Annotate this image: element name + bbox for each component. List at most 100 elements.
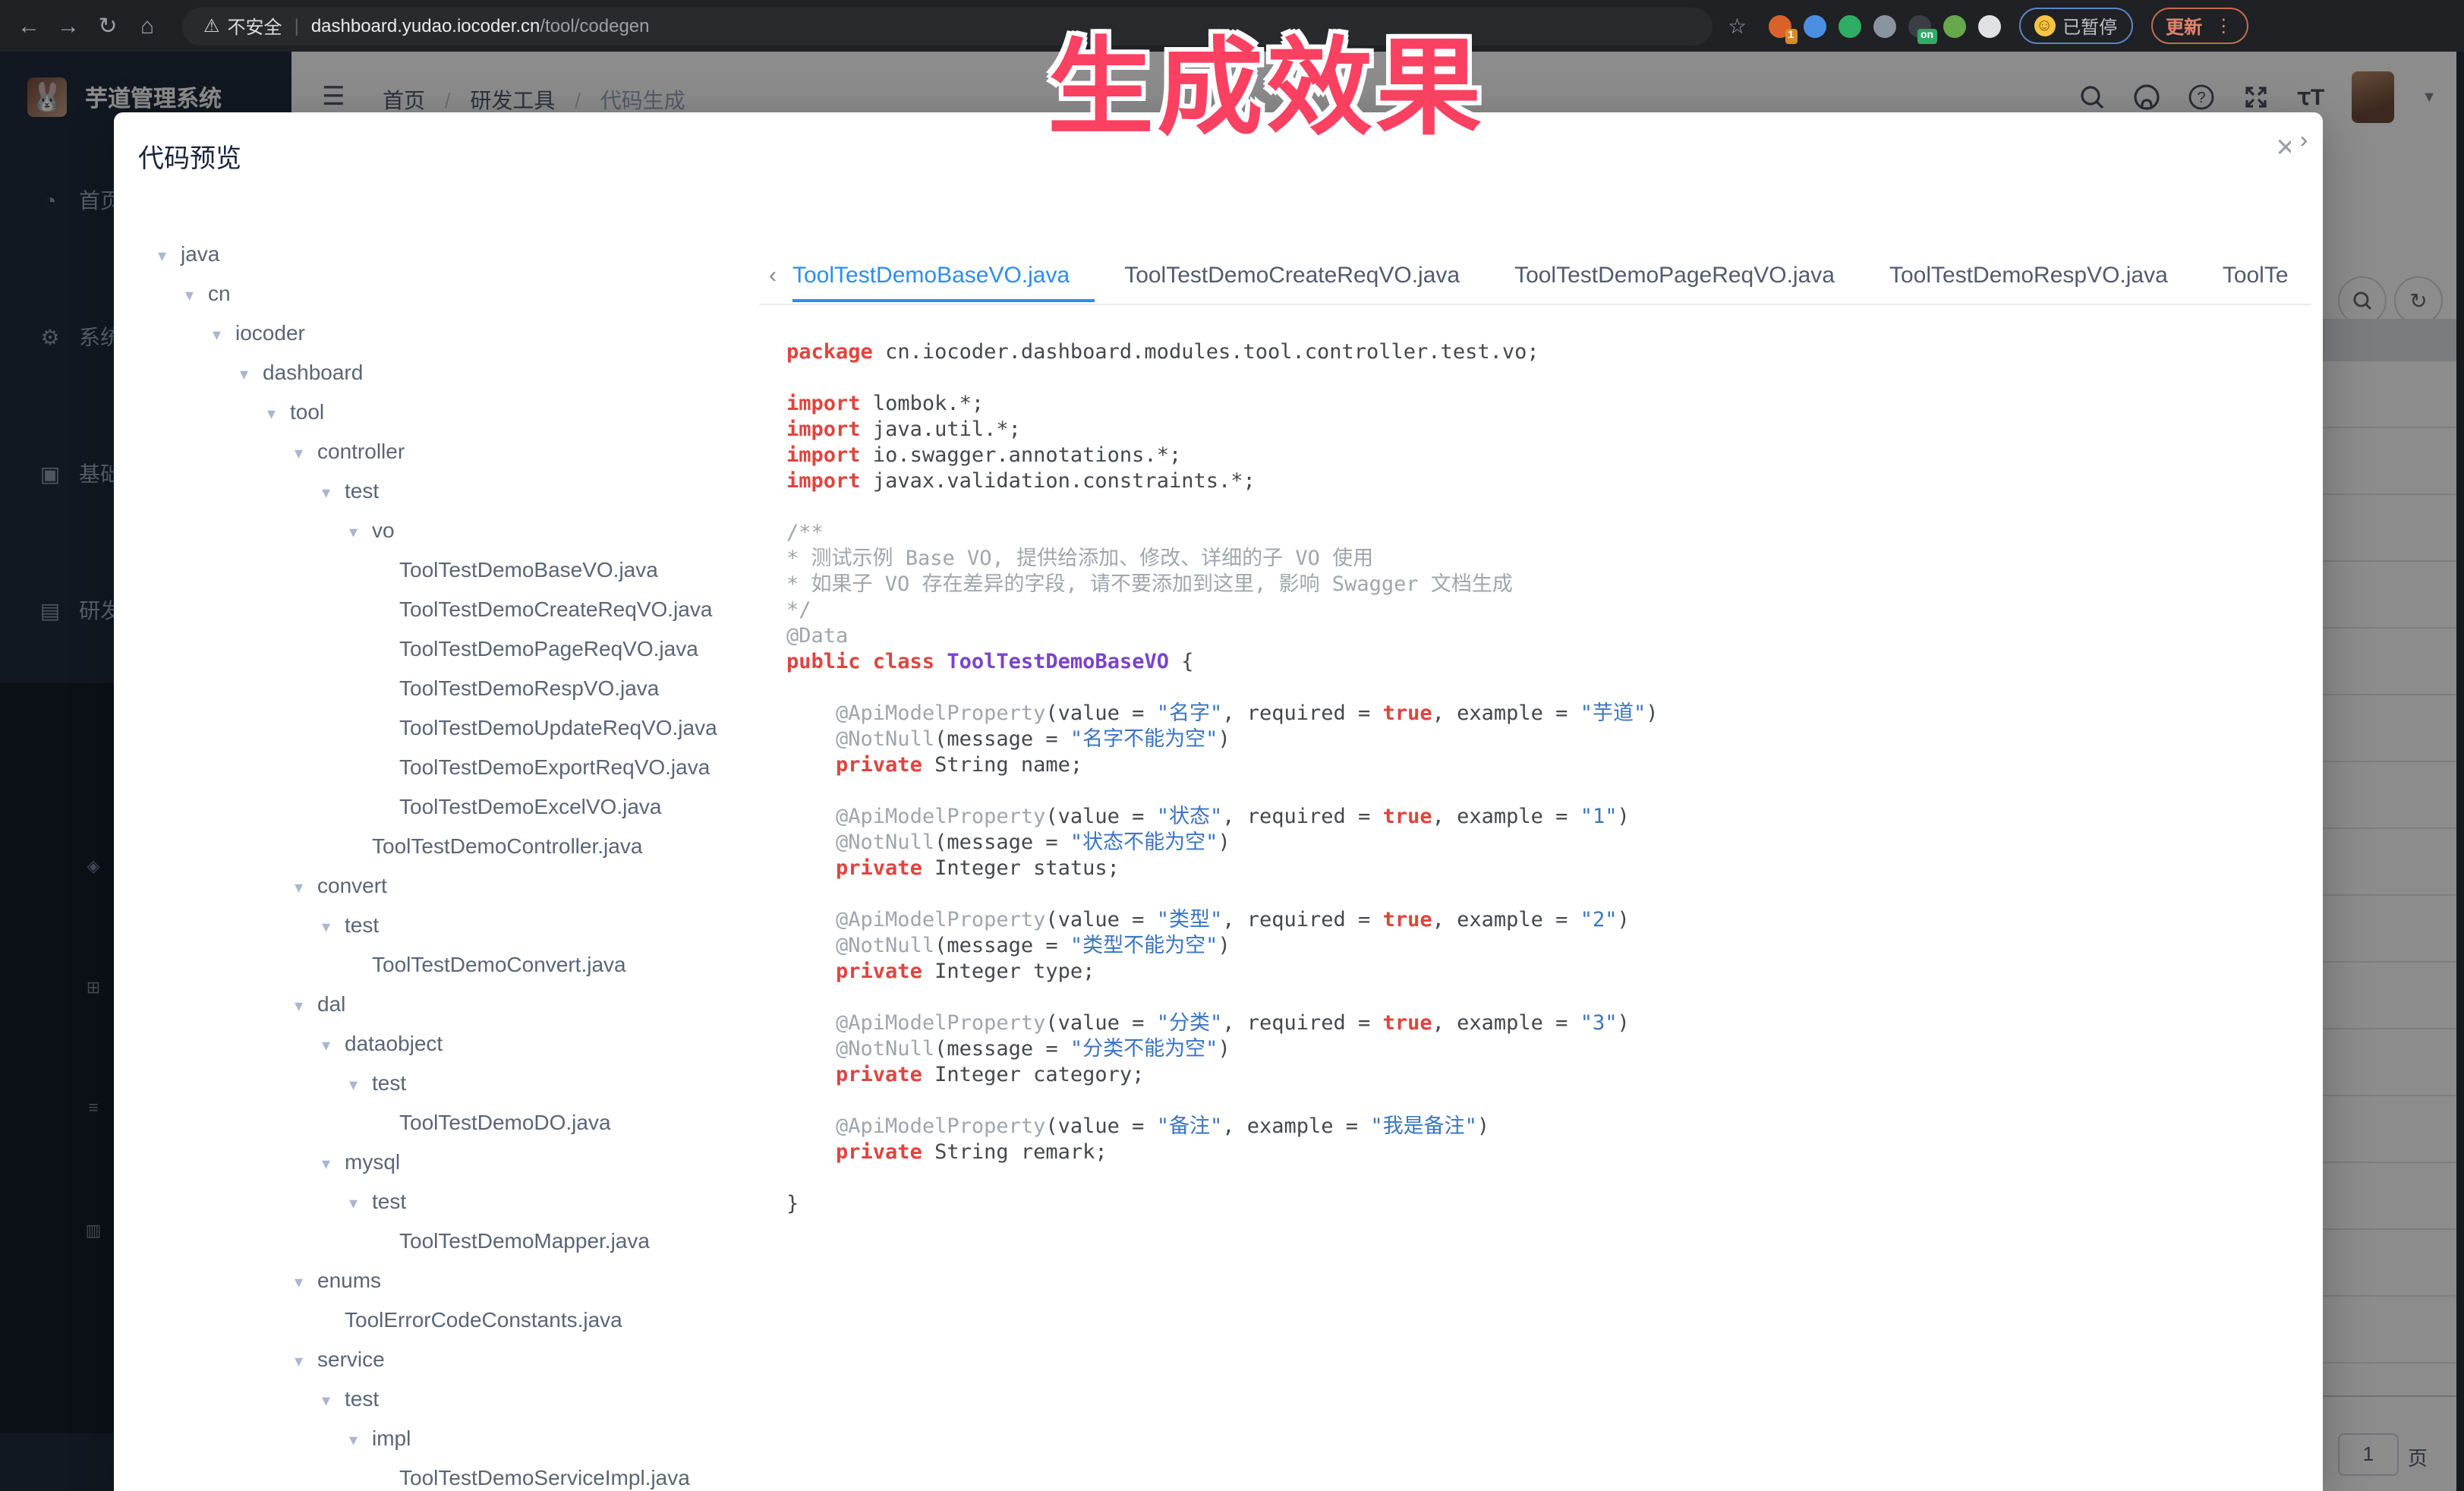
tree-node-service[interactable]: ▾service [295, 1339, 385, 1379]
browser-reload-icon[interactable]: ↻ [88, 12, 128, 39]
extension-badge: 1 [1785, 28, 1797, 43]
code-line: @NotNull(message = "分类不能为空") [786, 1037, 2308, 1063]
warning-icon: ⚠ [203, 15, 220, 36]
bookmark-star-icon[interactable]: ☆ [1728, 13, 1747, 39]
tree-node-ToolTestDemoPageReqVO.java[interactable]: ToolTestDemoPageReqVO.java [377, 629, 698, 668]
caret-down-icon[interactable]: ▾ [322, 908, 345, 947]
code-line [786, 779, 2308, 805]
tree-node-test[interactable]: ▾test [322, 471, 379, 510]
green-circle-extension-icon[interactable] [1838, 14, 1861, 37]
caret-down-icon[interactable]: ▾ [322, 1145, 345, 1184]
caret-down-icon[interactable]: ▾ [295, 1263, 317, 1303]
browser-menu-icon[interactable]: ⋮ [2214, 15, 2232, 36]
tabs-scroll-left-icon[interactable]: ‹ [759, 262, 786, 288]
tab-ToolTestDemoPageReqVO.java[interactable]: ToolTestDemoPageReqVO.java [1514, 248, 1835, 301]
list-extension-icon[interactable]: on [1908, 14, 1930, 37]
code-preview-modal: 代码预览 × ▾java▾cn▾iocoder▾dashboard▾tool▾c… [114, 112, 2323, 1491]
tree-node-test[interactable]: ▾test [349, 1181, 406, 1221]
grid-extension-icon[interactable] [1873, 14, 1895, 37]
code-line: * 测试示例 Base VO, 提供给添加、修改、详细的子 VO 使用 [786, 547, 2308, 572]
code-line: } [786, 1192, 2308, 1218]
browser-back-icon[interactable]: ← [9, 13, 49, 39]
tree-node-controller[interactable]: ▾controller [295, 431, 405, 471]
tree-node-enums[interactable]: ▾enums [295, 1260, 381, 1300]
tree-node-ToolTestDemoConvert.java[interactable]: ToolTestDemoConvert.java [349, 944, 626, 984]
tree-node-vo[interactable]: ▾vo [349, 510, 395, 550]
tabs-scroll-right-icon[interactable]: › [2291, 112, 2308, 170]
screen: 🐰 芋道管理系统 ☰ 首页 / 研发工具 / 代码生成 ? ꚍT [0, 0, 2464, 1491]
tab-ToolTestDemoBaseVO.java[interactable]: ToolTestDemoBaseVO.java [792, 248, 1070, 301]
caret-down-icon[interactable]: ▾ [322, 1382, 345, 1421]
tree-node-iocoder[interactable]: ▾iocoder [213, 313, 305, 352]
code-line [786, 985, 2308, 1011]
code-line: import java.util.*; [786, 418, 2308, 443]
code-line: @ApiModelProperty(value = "名字", required… [786, 701, 2308, 727]
caret-down-icon[interactable]: ▾ [213, 316, 235, 355]
caret-down-icon[interactable]: ▾ [295, 1342, 317, 1382]
tree-node-dashboard[interactable]: ▾dashboard [240, 352, 363, 392]
tree-node-tool[interactable]: ▾tool [267, 392, 324, 431]
tree-node-ToolErrorCodeConstants.java[interactable]: ToolErrorCodeConstants.java [322, 1300, 622, 1339]
tree-node-ToolTestDemoDO.java[interactable]: ToolTestDemoDO.java [377, 1102, 611, 1142]
paused-emoji-icon: ☺ [2034, 15, 2055, 36]
code-line [786, 495, 2308, 521]
caret-down-icon[interactable]: ▾ [349, 513, 372, 553]
security-label[interactable]: 不安全 [228, 13, 282, 39]
caret-down-icon[interactable]: ▾ [322, 474, 345, 513]
tree-node-dal[interactable]: ▾dal [295, 984, 345, 1023]
code-viewer[interactable]: package cn.iocoder.dashboard.modules.too… [786, 340, 2308, 1491]
code-line: import lombok.*; [786, 392, 2308, 418]
caret-down-icon[interactable]: ▾ [349, 1184, 372, 1224]
tree-node-ToolTestDemoCreateReqVO.java[interactable]: ToolTestDemoCreateReqVO.java [377, 589, 712, 629]
pin-extension-icon[interactable] [1803, 14, 1826, 37]
caret-down-icon[interactable]: ▾ [349, 1421, 372, 1461]
tree-node-mysql[interactable]: ▾mysql [322, 1142, 400, 1181]
caret-down-icon[interactable]: ▾ [158, 237, 181, 276]
tree-node-cn[interactable]: ▾cn [185, 273, 231, 313]
browser-forward-icon[interactable]: → [49, 13, 88, 39]
leaf-extension-icon[interactable] [1943, 14, 1965, 37]
code-line: @ApiModelProperty(value = "状态", required… [786, 805, 2308, 831]
tree-node-ToolTestDemoRespVO.java[interactable]: ToolTestDemoRespVO.java [377, 668, 659, 708]
caret-down-icon[interactable]: ▾ [295, 868, 317, 908]
file-tabs: ‹ ToolTestDemoBaseVO.java ToolTestDemoCre… [759, 246, 2311, 305]
tree-node-test[interactable]: ▾test [322, 1379, 379, 1418]
tab-ToolTe[interactable]: ToolTe [2223, 248, 2289, 301]
caret-down-icon[interactable]: ▾ [349, 1066, 372, 1105]
caret-down-icon[interactable]: ▾ [240, 355, 263, 395]
tree-node-convert[interactable]: ▾convert [295, 865, 387, 905]
tab-ToolTestDemoCreateReqVO.java[interactable]: ToolTestDemoCreateReqVO.java [1124, 248, 1460, 301]
caret-down-icon[interactable]: ▾ [185, 276, 208, 316]
tree-node-ToolTestDemoExcelVO.java[interactable]: ToolTestDemoExcelVO.java [377, 786, 662, 826]
caret-down-icon[interactable]: ▾ [322, 1026, 345, 1066]
code-line: @Data [786, 624, 2308, 650]
code-line [786, 366, 2308, 392]
puzzle-extension-icon[interactable] [1977, 14, 2000, 37]
code-line: public class ToolTestDemoBaseVO { [786, 650, 2308, 676]
ublock-extension-icon[interactable]: 1 [1768, 14, 1791, 37]
tree-node-ToolTestDemoBaseVO.java[interactable]: ToolTestDemoBaseVO.java [377, 550, 658, 589]
caret-down-icon[interactable]: ▾ [295, 434, 317, 474]
tree-node-test[interactable]: ▾test [349, 1063, 406, 1102]
caret-down-icon[interactable]: ▾ [267, 395, 290, 434]
browser-home-icon[interactable]: ⌂ [128, 13, 167, 39]
update-button[interactable]: 更新 ⋮ [2150, 8, 2248, 44]
tab-ToolTestDemoRespVO.java[interactable]: ToolTestDemoRespVO.java [1889, 248, 2168, 301]
tree-node-ToolTestDemoServiceImpl.java[interactable]: ToolTestDemoServiceImpl.java [377, 1458, 690, 1491]
tree-node-ToolTestDemoController.java[interactable]: ToolTestDemoController.java [349, 826, 642, 865]
paused-badge[interactable]: ☺ 已暂停 [2018, 8, 2132, 44]
code-line: */ [786, 598, 2308, 624]
caret-down-icon[interactable]: ▾ [295, 987, 317, 1026]
code-line: @ApiModelProperty(value = "类型", required… [786, 908, 2308, 934]
tree-node-ToolTestDemoMapper.java[interactable]: ToolTestDemoMapper.java [377, 1221, 650, 1260]
tree-node-ToolTestDemoUpdateReqVO.java[interactable]: ToolTestDemoUpdateReqVO.java [377, 708, 717, 747]
tree-node-ToolTestDemoExportReqVO.java[interactable]: ToolTestDemoExportReqVO.java [377, 747, 710, 786]
paused-label: 已暂停 [2062, 13, 2117, 39]
code-line: private Integer category; [786, 1063, 2308, 1089]
tree-node-java[interactable]: ▾java [158, 234, 219, 273]
tree-node-dataobject[interactable]: ▾dataobject [322, 1023, 443, 1063]
tree-node-impl[interactable]: ▾impl [349, 1418, 411, 1458]
url-path: /tool/codegen [540, 15, 649, 36]
code-line [786, 882, 2308, 908]
tree-node-test[interactable]: ▾test [322, 905, 379, 944]
